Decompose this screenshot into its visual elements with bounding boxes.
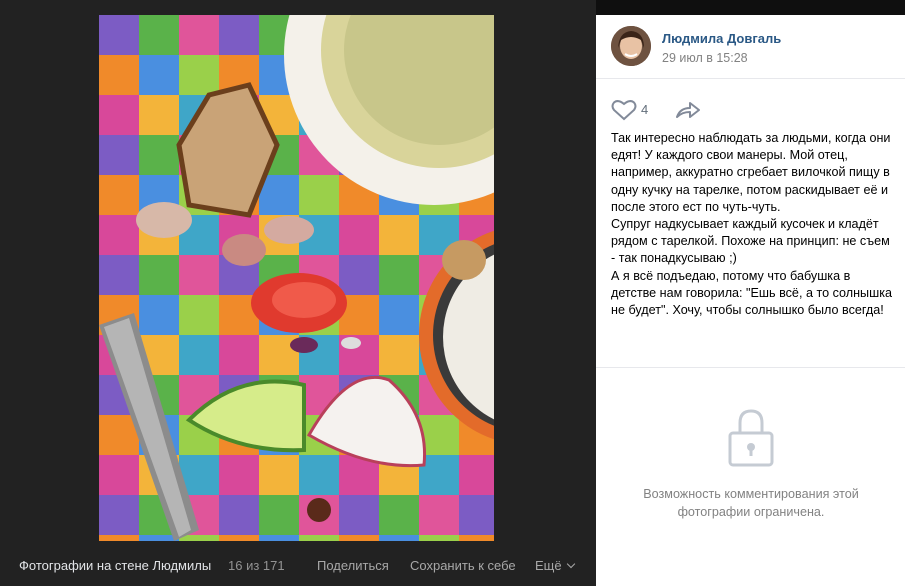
photo-bottom-bar: Фотографии на стене Людмилы 16 из 171 По… (0, 545, 596, 586)
photo-image (99, 15, 494, 541)
avatar[interactable] (611, 26, 651, 66)
heart-icon[interactable] (611, 99, 637, 121)
photo[interactable] (99, 15, 494, 541)
divider (596, 367, 905, 368)
album-link[interactable]: Фотографии на стене Людмилы (19, 558, 211, 573)
chevron-down-icon (566, 559, 575, 569)
share-arrow-icon[interactable] (675, 100, 701, 120)
like-count: 4 (641, 102, 649, 117)
post-text: Так интересно наблюдать за людьми, когда… (611, 131, 892, 318)
lock-icon (728, 409, 774, 467)
post-actions: 4 (611, 99, 891, 121)
photo-pane: Фотографии на стене Людмилы 16 из 171 По… (0, 0, 596, 586)
side-panel: Людмила Довгаль 29 июл в 15:28 4 Так инт… (596, 15, 905, 586)
more-button[interactable]: Ещё (535, 558, 575, 573)
photo-viewer: Фотографии на стене Людмилы 16 из 171 По… (0, 0, 905, 586)
author-header: Людмила Довгаль 29 июл в 15:28 (596, 15, 905, 79)
author-name[interactable]: Людмила Довгаль (662, 31, 781, 46)
post-date[interactable]: 29 июл в 15:28 (662, 51, 748, 65)
share-button[interactable]: Поделиться (317, 558, 389, 573)
comments-restricted-text: Возможность комментирования этой фотогра… (643, 487, 859, 519)
photo-counter: 16 из 171 (228, 558, 285, 573)
avatar-image (611, 26, 651, 66)
save-button[interactable]: Сохранить к себе (410, 558, 516, 573)
more-label: Ещё (535, 558, 562, 573)
